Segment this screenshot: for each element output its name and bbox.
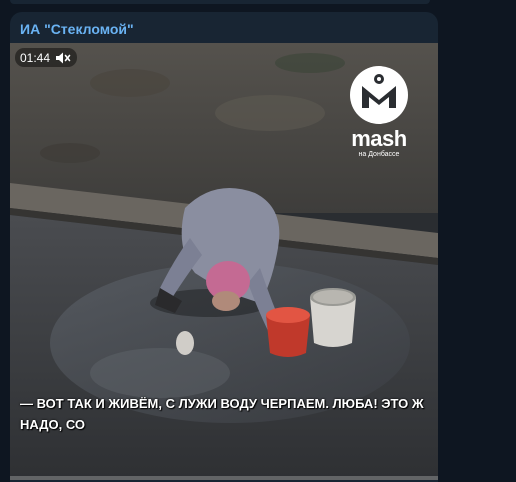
watermark-subtitle: на Донбассе [358, 151, 400, 158]
previous-message-edge [10, 0, 430, 4]
video-duration-badge[interactable]: 01:44 [15, 48, 78, 67]
speaker-muted-icon[interactable] [55, 51, 71, 65]
mash-logo-icon [350, 66, 408, 124]
video-progress-bar[interactable] [10, 476, 438, 480]
message-bubble: ИА "Стекломой" 01:44 mash на Донбассе — … [10, 12, 438, 482]
video-duration: 01:44 [20, 50, 51, 65]
sender-name[interactable]: ИА "Стекломой" [20, 21, 134, 37]
mash-watermark: mash на Донбассе [346, 64, 412, 174]
watermark-brand: mash [351, 126, 407, 151]
video-subtitle: — ВОТ ТАК И ЖИВЁМ, С ЛУЖИ ВОДУ ЧЕРПАЕМ. … [20, 396, 424, 432]
video-player[interactable]: 01:44 mash на Донбассе — ВОТ ТАК И ЖИВЁМ… [10, 43, 438, 480]
